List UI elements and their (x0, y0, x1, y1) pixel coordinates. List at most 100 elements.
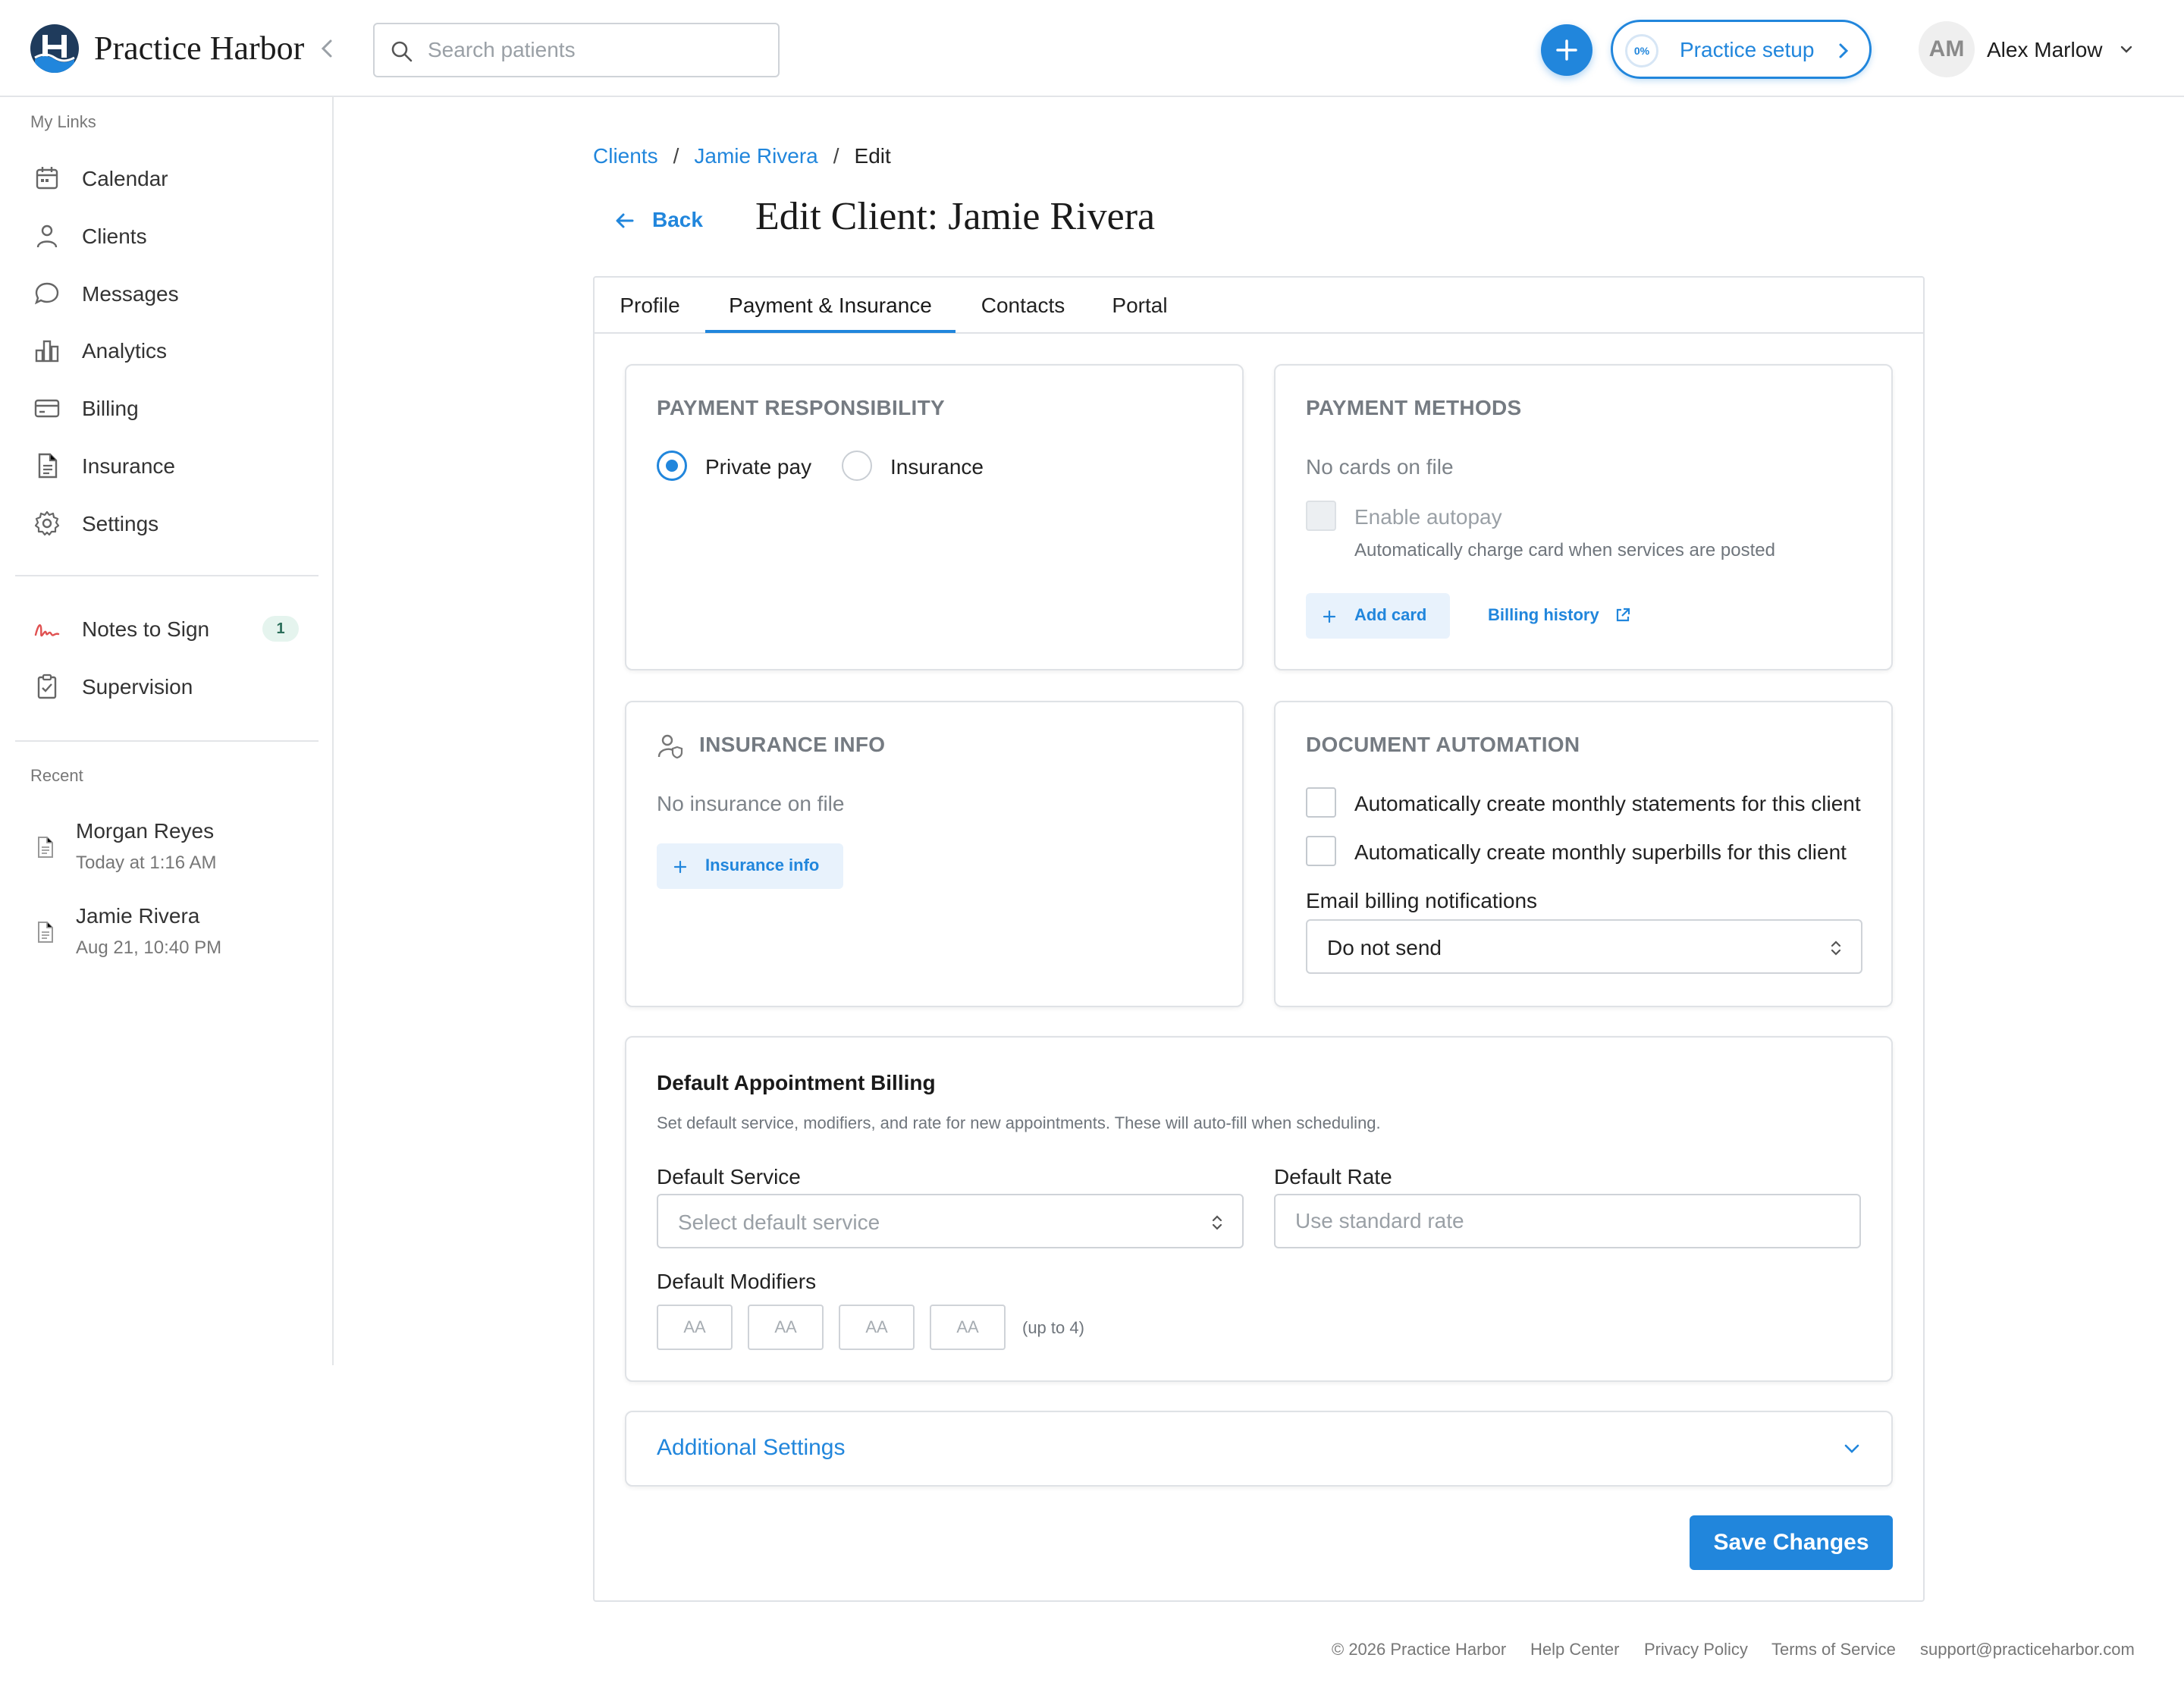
user-icon (36, 225, 58, 248)
signature-icon (34, 624, 60, 637)
autopay-checkbox[interactable] (1306, 501, 1336, 531)
email-billing-label: Email billing notifications (1306, 889, 1538, 912)
default-service-placeholder: Select default service (678, 1210, 880, 1234)
document-automation-card: DOCUMENT AUTOMATION Automatically create… (1274, 701, 1893, 1007)
app-name: Practice Harbor (94, 30, 305, 67)
footer-privacy-link[interactable]: Privacy Policy (1644, 1640, 1748, 1659)
breadcrumb-client-link[interactable]: Jamie Rivera (694, 144, 817, 168)
search-input[interactable] (428, 35, 761, 65)
sidebar-item-clients[interactable]: Clients (30, 214, 311, 258)
back-label: Back (652, 208, 703, 231)
sidebar-item-supervision[interactable]: Supervision (30, 664, 311, 708)
plus-icon (1556, 39, 1577, 61)
plus-icon (1323, 610, 1336, 623)
modifier-input-3[interactable] (839, 1305, 915, 1350)
add-insurance-info-button[interactable]: Insurance info (657, 843, 843, 889)
billing-history-link[interactable]: Billing history (1488, 605, 1631, 625)
monthly-superbills-checkbox[interactable] (1306, 836, 1336, 866)
sidebar-item-settings[interactable]: Settings (30, 501, 311, 545)
add-new-button[interactable] (1541, 24, 1592, 76)
collapse-sidebar-button[interactable] (315, 35, 338, 62)
no-insurance-text: No insurance on file (657, 792, 845, 815)
payment-methods-card: PAYMENT METHODS No cards on file Enable … (1274, 364, 1893, 670)
sidebar-item-messages[interactable]: Messages (30, 272, 311, 316)
chevron-down-icon[interactable] (2119, 44, 2134, 56)
additional-settings-accordion[interactable]: Additional Settings (625, 1411, 1893, 1487)
sidebar-item-insurance[interactable]: Insurance (30, 444, 311, 488)
footer-copyright: © 2026 Practice Harbor (1332, 1640, 1507, 1659)
sidebar-item-billing[interactable]: Billing (30, 386, 311, 430)
default-service-select[interactable]: Select default service (657, 1194, 1244, 1248)
clipboard-check-icon (37, 674, 57, 699)
sidebar-item-label: Notes to Sign (82, 617, 210, 641)
top-header: Practice Harbor 0% Practice setup AM Ale… (0, 0, 2184, 97)
save-changes-button[interactable]: Save Changes (1690, 1515, 1893, 1570)
modifier-input-1[interactable] (657, 1305, 733, 1350)
tab-contacts[interactable]: Contacts (956, 278, 1090, 334)
select-arrows-icon (1212, 1215, 1222, 1230)
monthly-statements-label: Automatically create monthly statements … (1354, 792, 1861, 815)
arrow-left-icon (616, 213, 634, 228)
breadcrumb-current: Edit (854, 144, 891, 168)
bar-chart-icon (35, 340, 59, 363)
add-card-button[interactable]: Add card (1306, 593, 1450, 639)
recent-item-time: Today at 1:16 AM (76, 852, 217, 873)
footer-help-center-link[interactable]: Help Center (1530, 1640, 1619, 1659)
search-box (373, 23, 780, 77)
breadcrumb: Clients / Jamie Rivera / Edit (593, 144, 891, 168)
monthly-statements-checkbox[interactable] (1306, 787, 1336, 818)
setup-progress-ring: 0% (1625, 34, 1658, 68)
footer-support-email[interactable]: support@practiceharbor.com (1920, 1640, 2135, 1659)
payment-methods-title: PAYMENT METHODS (1306, 396, 1522, 419)
default-billing-card: Default Appointment Billing Set default … (625, 1036, 1893, 1382)
tab-payment-insurance[interactable]: Payment & Insurance (705, 278, 956, 334)
additional-settings-label: Additional Settings (657, 1435, 846, 1460)
practice-setup-button[interactable]: 0% Practice setup (1611, 20, 1872, 79)
breadcrumb-separator: / (673, 144, 679, 168)
footer-terms-link[interactable]: Terms of Service (1771, 1640, 1896, 1659)
sidebar: My Links Calendar Clients Messages Analy… (0, 97, 334, 1365)
sidebar-item-label: Settings (82, 512, 159, 535)
page-title: Edit Client: Jamie Rivera (755, 195, 1156, 238)
autopay-label: Enable autopay (1354, 505, 1502, 529)
gear-icon (34, 510, 60, 536)
recent-item-name: Jamie Rivera (76, 904, 200, 928)
sidebar-item-analytics[interactable]: Analytics (30, 328, 311, 372)
breadcrumb-clients-link[interactable]: Clients (593, 144, 658, 168)
document-automation-title: DOCUMENT AUTOMATION (1306, 733, 1580, 756)
sidebar-item-label: Analytics (82, 339, 168, 363)
practice-setup-label: Practice setup (1680, 38, 1815, 61)
user-name[interactable]: Alex Marlow (1987, 38, 2102, 62)
my-links-label: My Links (30, 112, 96, 131)
sidebar-item-notes-to-sign[interactable]: Notes to Sign 1 (30, 607, 311, 651)
monthly-superbills-label: Automatically create monthly superbills … (1354, 840, 1847, 864)
tab-profile[interactable]: Profile (595, 278, 705, 334)
default-rate-input[interactable] (1274, 1194, 1861, 1248)
email-billing-value: Do not send (1327, 936, 1442, 959)
recent-label: Recent (30, 766, 83, 785)
no-cards-text: No cards on file (1306, 455, 1454, 479)
sidebar-item-calendar[interactable]: Calendar (30, 156, 311, 200)
default-billing-title: Default Appointment Billing (657, 1071, 936, 1094)
sidebar-item-label: Clients (82, 225, 147, 248)
modifier-input-2[interactable] (748, 1305, 824, 1350)
back-button[interactable]: Back (607, 202, 713, 240)
payment-responsibility-title: PAYMENT RESPONSIBILITY (657, 396, 945, 419)
sidebar-item-label: Billing (82, 397, 139, 420)
email-billing-select[interactable]: Do not send (1306, 919, 1862, 974)
payment-responsibility-card: PAYMENT RESPONSIBILITY Private pay Insur… (625, 364, 1244, 670)
sidebar-item-label: Insurance (82, 454, 175, 478)
tab-portal[interactable]: Portal (1090, 278, 1189, 334)
calendar-icon (36, 167, 58, 190)
document-icon (38, 453, 58, 479)
chat-bubble-icon (34, 282, 59, 305)
private-pay-radio[interactable] (657, 451, 687, 481)
modifier-input-4[interactable] (930, 1305, 1006, 1350)
edit-client-panel: Profile Payment & Insurance Contacts Por… (593, 276, 1925, 1602)
tab-bar: Profile Payment & Insurance Contacts Por… (595, 278, 1923, 334)
avatar[interactable]: AM (1919, 21, 1975, 77)
insurance-radio[interactable] (842, 451, 872, 481)
recent-item[interactable]: Jamie Rivera Aug 21, 10:40 PM (30, 904, 311, 972)
sidebar-item-label: Messages (82, 282, 179, 306)
recent-item[interactable]: Morgan Reyes Today at 1:16 AM (30, 819, 311, 887)
